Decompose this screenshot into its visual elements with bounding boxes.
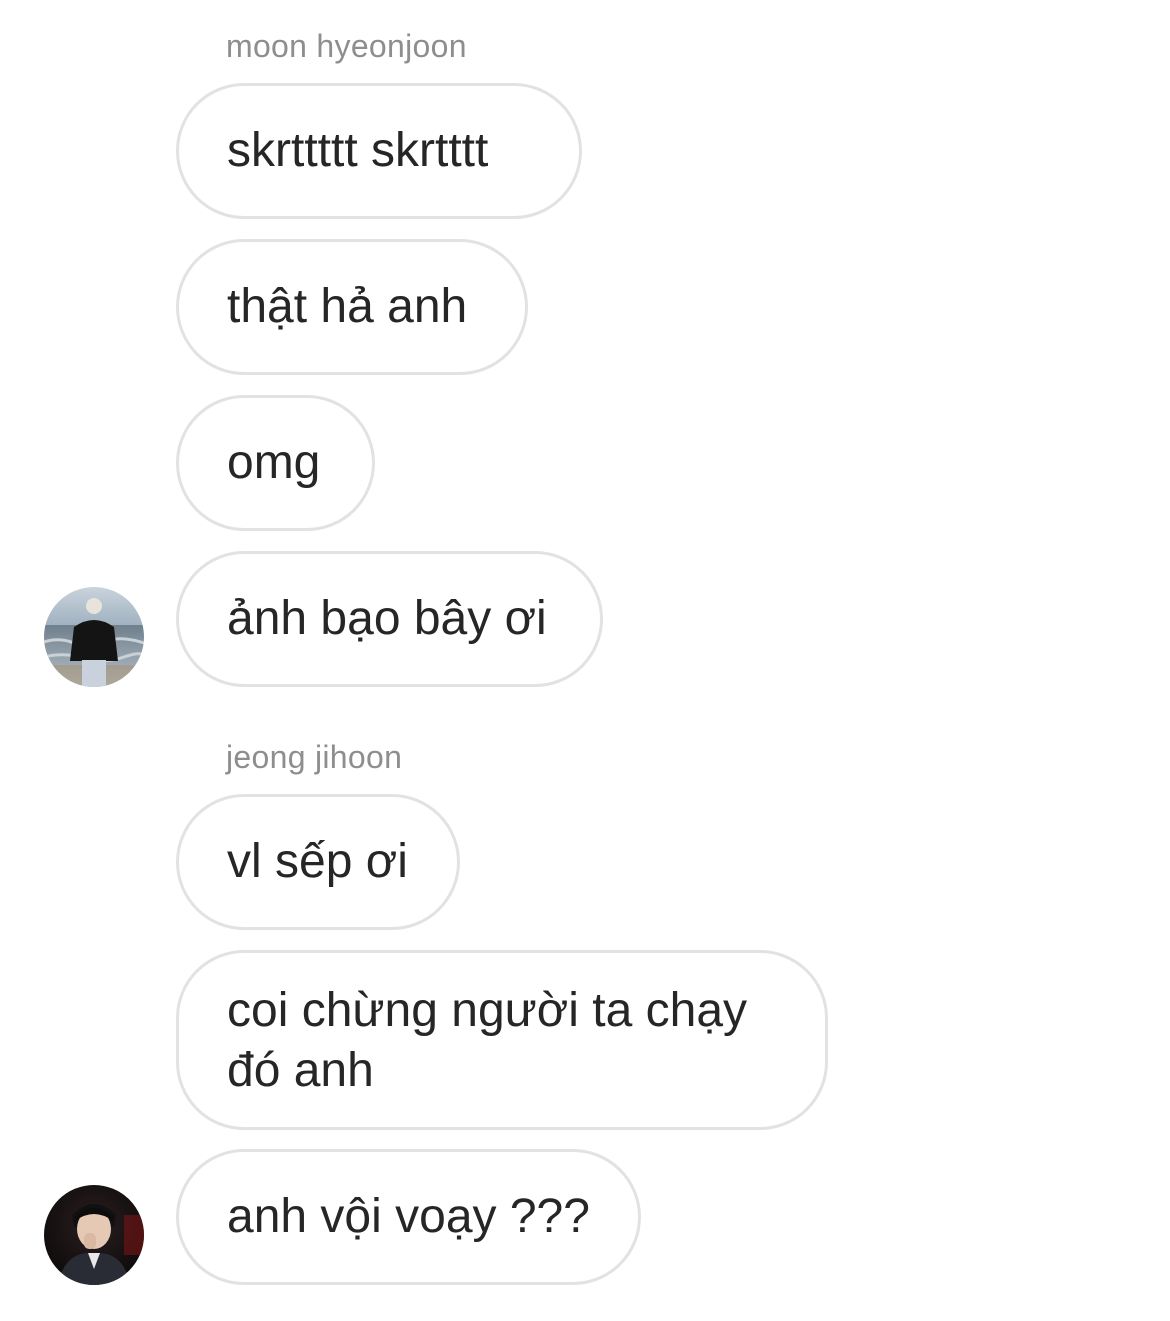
message-text: skrttttt skrtttt [227,124,489,177]
person-portrait-avatar[interactable] [44,1185,144,1285]
sender-name: jeong jihoon [226,739,403,775]
message-bubble[interactable]: anh vội voạy ??? [176,1149,641,1285]
message-bubble[interactable]: vl sếp ơi [176,794,460,930]
person-at-sea-avatar[interactable] [44,587,144,687]
sender-name: moon hyeonjoon [226,28,467,64]
message-bubble[interactable]: thật hả anh [176,239,528,375]
message-text: ảnh bạo bây ơi [227,592,547,645]
message-bubble[interactable]: coi chừng người ta chạy đó anh [176,950,828,1130]
message-text: anh vội voạy ??? [227,1190,590,1243]
message-bubble[interactable]: ảnh bạo bây ơi [176,551,603,687]
message-bubble[interactable]: omg [176,395,375,531]
message-text: vl sếp ơi [227,835,408,888]
message-bubble[interactable]: skrttttt skrtttt [176,83,582,219]
message-text: coi chừng người ta chạy đó anh [227,984,748,1097]
message-text: omg [227,436,321,489]
message-text: thật hả anh [227,280,468,333]
